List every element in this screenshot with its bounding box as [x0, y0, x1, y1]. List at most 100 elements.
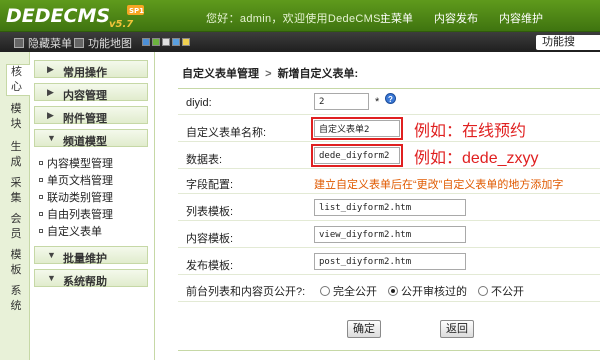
- form-row-table: 数据表: 例如：dede_zxyy: [178, 142, 600, 169]
- tab-generate[interactable]: 生成: [7, 140, 25, 170]
- logo-text: DEDECMS: [6, 5, 110, 27]
- tab-member[interactable]: 会员: [7, 212, 25, 242]
- function-map-button[interactable]: 功能地图: [74, 35, 132, 51]
- radio-icon: [320, 286, 330, 296]
- bullet-icon: [39, 178, 43, 182]
- public-option-label: 不公开: [491, 286, 524, 298]
- table-name-annotation: 例如：dede_zxyy: [414, 150, 539, 167]
- sidebar-group-help[interactable]: ▼ 系统帮助: [34, 269, 148, 288]
- sidebar-group-label: 附件管理: [63, 113, 107, 125]
- public-option-label: 完全公开: [333, 286, 377, 298]
- sidebar-group-batch[interactable]: ▼ 批量维护: [34, 246, 148, 265]
- post-template-label: 发布模板:: [186, 260, 234, 272]
- collapse-arrow-icon: ▼: [47, 133, 56, 143]
- bullet-icon: [39, 195, 43, 199]
- form-row-post-template: 发布模板:: [178, 248, 600, 275]
- sidebar-item-label: 联动类别管理: [47, 192, 113, 204]
- breadcrumb-separator: >: [265, 68, 272, 80]
- tab-template[interactable]: 模板: [7, 248, 25, 278]
- form-row-diyid: diyid: * ?: [178, 89, 600, 115]
- view-template-label: 内容模板:: [186, 233, 234, 245]
- tab-collect[interactable]: 采集: [7, 176, 25, 206]
- public-option-all[interactable]: 完全公开: [320, 283, 377, 299]
- breadcrumb-parent[interactable]: 自定义表单管理: [182, 68, 259, 80]
- theme-swatch-yellow[interactable]: [182, 38, 190, 46]
- table-name-input[interactable]: [311, 144, 403, 167]
- top-nav: 主菜单 内容发布 内容维护: [380, 10, 543, 26]
- post-template-input[interactable]: [314, 253, 466, 270]
- list-template-label: 列表模板:: [186, 206, 234, 218]
- sidebar: ▶ 常用操作 ▶ 内容管理 ▶ 附件管理 ▼ 频道模型 内容模型管理 单页文档管…: [30, 52, 155, 360]
- list-template-input[interactable]: [314, 199, 466, 216]
- tab-core[interactable]: 核心: [6, 64, 31, 96]
- hide-menu-button[interactable]: 隐藏菜单: [14, 35, 72, 51]
- sidebar-item-content-model[interactable]: 内容模型管理: [39, 155, 113, 171]
- form-row-name: 自定义表单名称: 例如：在线预约: [178, 115, 600, 142]
- tab-module[interactable]: 模块: [7, 102, 25, 132]
- function-map-icon: [74, 38, 84, 48]
- sidebar-group-attachment[interactable]: ▶ 附件管理: [34, 106, 148, 125]
- theme-swatch-lightblue[interactable]: [172, 38, 180, 46]
- sidebar-group-content[interactable]: ▶ 内容管理: [34, 83, 148, 102]
- form-row-public: 前台列表和内容页公开?: 完全公开 公开审核过的 不公开: [178, 275, 600, 302]
- theme-swatch-gray[interactable]: [162, 38, 170, 46]
- sidebar-item-custom-form[interactable]: 自定义表单: [39, 223, 102, 239]
- collapse-arrow-icon: ▼: [47, 273, 56, 283]
- help-icon[interactable]: ?: [385, 93, 396, 104]
- expand-arrow-icon: ▶: [47, 64, 54, 74]
- sidebar-group-label: 常用操作: [63, 67, 107, 79]
- sidebar-item-label: 内容模型管理: [47, 158, 113, 170]
- main-content: 自定义表单管理 > 新增自定义表单: diyid: * ? 自定义表单名称: 例…: [156, 52, 600, 360]
- sidebar-group-common[interactable]: ▶ 常用操作: [34, 60, 148, 79]
- ok-button[interactable]: 确定: [347, 320, 381, 338]
- form-name-input[interactable]: [311, 117, 403, 140]
- nav-main-menu[interactable]: 主菜单: [380, 10, 413, 26]
- fields-config-label: 字段配置:: [186, 179, 234, 191]
- sidebar-group-channel[interactable]: ▼ 频道模型: [34, 129, 148, 148]
- view-template-input[interactable]: [314, 226, 466, 243]
- sidebar-item-single-page[interactable]: 单页文档管理: [39, 172, 113, 188]
- tab-system[interactable]: 系统: [7, 284, 25, 314]
- sidebar-item-free-list[interactable]: 自由列表管理: [39, 206, 113, 222]
- sidebar-group-label: 频道模型: [63, 136, 107, 148]
- diyid-input[interactable]: [314, 93, 369, 110]
- form-row-fields: 字段配置: 建立自定义表单后在“更改”自定义表单的地方添加字: [178, 169, 600, 194]
- back-button[interactable]: 返回: [440, 320, 474, 338]
- nav-content-maintain[interactable]: 内容维护: [499, 10, 543, 26]
- sidebar-group-label: 内容管理: [63, 90, 107, 102]
- sidebar-item-label: 自定义表单: [47, 226, 102, 238]
- public-option-none[interactable]: 不公开: [478, 283, 524, 299]
- radio-icon: [478, 286, 488, 296]
- table-name-label: 数据表:: [186, 154, 223, 166]
- public-option-label: 公开审核过的: [401, 286, 467, 298]
- collapse-arrow-icon: ▼: [47, 250, 56, 260]
- breadcrumb: 自定义表单管理 > 新增自定义表单:: [182, 65, 358, 81]
- toolbar: 隐藏菜单 功能地图 功能搜: [0, 32, 600, 52]
- bullet-icon: [39, 229, 43, 233]
- theme-swatch-green[interactable]: [152, 38, 160, 46]
- hide-menu-label: 隐藏菜单: [28, 38, 72, 50]
- logo-badge: SP1: [129, 7, 144, 15]
- sidebar-group-label: 系统帮助: [63, 276, 107, 288]
- public-label: 前台列表和内容页公开?:: [186, 286, 306, 298]
- theme-swatch-blue[interactable]: [142, 38, 150, 46]
- sidebar-item-label: 自由列表管理: [47, 209, 113, 221]
- expand-arrow-icon: ▶: [47, 87, 54, 97]
- sidebar-group-label: 批量维护: [63, 253, 107, 265]
- public-option-reviewed[interactable]: 公开审核过的: [388, 283, 467, 299]
- expand-arrow-icon: ▶: [47, 110, 54, 120]
- bullet-icon: [39, 212, 43, 216]
- function-search-button[interactable]: 功能搜: [536, 35, 600, 50]
- diyid-label: diyid:: [186, 97, 212, 109]
- welcome-message: 您好：admin，欢迎使用DedeCMS!: [206, 13, 385, 25]
- form-name-label: 自定义表单名称:: [186, 127, 267, 139]
- sidebar-item-linkage[interactable]: 联动类别管理: [39, 189, 113, 205]
- form-name-annotation: 例如：在线预约: [414, 123, 527, 140]
- category-tabs: 核心 模块 生成 采集 会员 模板 系统: [0, 52, 31, 360]
- form-row-view-template: 内容模板:: [178, 221, 600, 248]
- function-map-label: 功能地图: [88, 38, 132, 50]
- radio-checked-icon: [388, 286, 398, 296]
- nav-content-publish[interactable]: 内容发布: [434, 10, 478, 26]
- dedecms-logo: DEDECMS v5.7 SP1: [6, 5, 144, 29]
- breadcrumb-current: 新增自定义表单:: [277, 68, 359, 80]
